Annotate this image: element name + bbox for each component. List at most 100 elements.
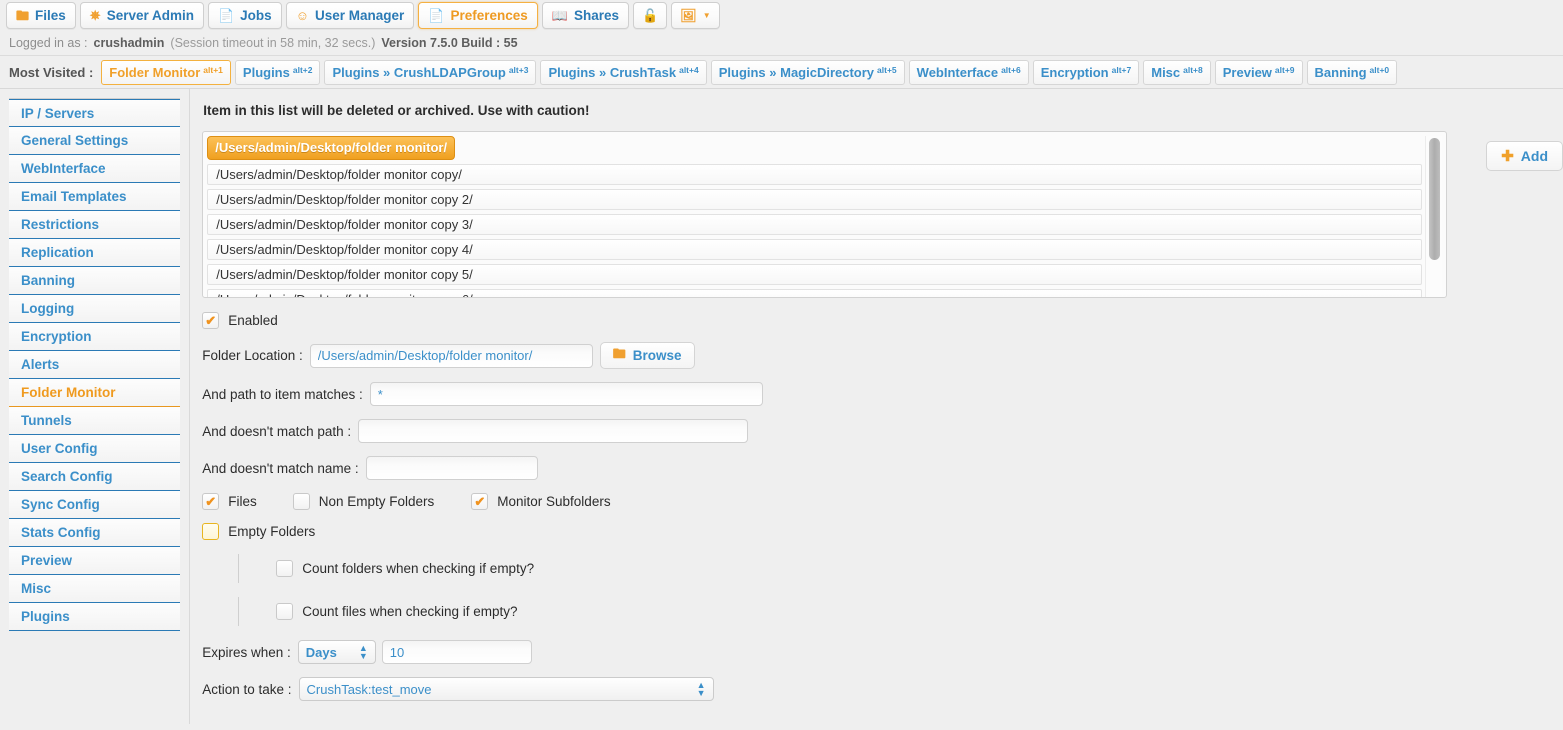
- tab-shortcut: alt+7: [1111, 64, 1132, 75]
- sidebar-item-alerts[interactable]: Alerts: [9, 351, 181, 379]
- folder-location-label: Folder Location :: [202, 348, 303, 363]
- sidebar-item-replication[interactable]: Replication: [9, 239, 181, 267]
- empty-folders-row: Empty Folders: [202, 523, 1563, 540]
- monitor-list-row: /Users/admin/Desktop/folder monitor/ /Us…: [202, 131, 1563, 298]
- folder-icon: 🖿: [612, 345, 626, 361]
- most-visited-tab-magicdirectory[interactable]: Plugins » MagicDirectory alt+5: [710, 59, 905, 85]
- sidebar-item-label: Sync Config: [21, 497, 100, 512]
- user-icon: ☺: [295, 8, 309, 23]
- enabled-checkbox[interactable]: ✔: [202, 312, 220, 329]
- count-files-row: Count files when checking if empty?: [202, 597, 1563, 626]
- tab-shortcut: alt+8: [1183, 64, 1203, 75]
- sidebar-item-general-settings[interactable]: General Settings: [9, 127, 181, 155]
- main-area: IP / Servers General Settings WebInterfa…: [0, 89, 1563, 724]
- list-item[interactable]: /Users/admin/Desktop/folder monitor copy…: [207, 214, 1423, 235]
- files-checkbox[interactable]: ✔: [202, 493, 220, 510]
- non-empty-folders-checkbox[interactable]: [292, 493, 310, 510]
- scrollbar-thumb[interactable]: [1429, 138, 1441, 260]
- tab-label: Folder Monitor: [109, 64, 201, 80]
- sidebar-item-plugins[interactable]: Plugins: [9, 603, 181, 631]
- stepper-arrows-icon: ▲ ▼: [696, 680, 706, 698]
- logged-in-label: Logged in as :: [9, 36, 88, 50]
- sidebar: IP / Servers General Settings WebInterfa…: [0, 89, 191, 724]
- toolbar-button-shares[interactable]: 📖 Shares: [541, 2, 629, 29]
- toolbar-button-lock[interactable]: 🔓: [632, 2, 668, 29]
- sidebar-item-tunnels[interactable]: Tunnels: [9, 407, 181, 435]
- book-icon: 📖: [551, 8, 568, 23]
- tab-label: Banning: [1314, 64, 1367, 80]
- list-item[interactable]: /Users/admin/Desktop/folder monitor copy…: [207, 264, 1423, 285]
- toolbar-button-label: User Manager: [314, 8, 405, 23]
- sidebar-item-restrictions[interactable]: Restrictions: [9, 211, 181, 239]
- add-button[interactable]: ✚ Add: [1486, 141, 1563, 171]
- most-visited-tab-webinterface[interactable]: WebInterface alt+6: [908, 59, 1029, 85]
- sidebar-item-folder-monitor[interactable]: Folder Monitor: [9, 379, 181, 407]
- folder-location-input[interactable]: [309, 343, 593, 368]
- sliders-icon: 📄: [428, 8, 445, 23]
- sidebar-item-label: Stats Config: [21, 525, 101, 540]
- empty-folders-checkbox[interactable]: [202, 523, 220, 540]
- toolbar-button-jobs[interactable]: 📄 Jobs: [207, 2, 282, 29]
- tab-label: Plugins » CrushLDAPGroup: [332, 64, 506, 80]
- list-item[interactable]: /Users/admin/Desktop/folder monitor/: [207, 136, 456, 160]
- list-item[interactable]: /Users/admin/Desktop/folder monitor copy…: [207, 189, 1423, 210]
- not-match-path-row: And doesn't match path :: [202, 419, 1563, 443]
- sidebar-item-label: Restrictions: [21, 217, 100, 232]
- tab-label: Plugins » CrushTask: [548, 64, 677, 80]
- type-checkboxes-row: ✔ Files Non Empty Folders ✔ Monitor Subf…: [202, 493, 1563, 510]
- sidebar-item-encryption[interactable]: Encryption: [9, 323, 181, 351]
- most-visited-tab-banning[interactable]: Banning alt+0: [1306, 59, 1398, 85]
- sidebar-item-label: Plugins: [21, 609, 70, 624]
- sidebar-item-webinterface[interactable]: WebInterface: [9, 155, 181, 183]
- tab-label: WebInterface: [916, 64, 999, 80]
- sidebar-item-user-config[interactable]: User Config: [9, 435, 181, 463]
- most-visited-tab-plugins[interactable]: Plugins alt+2: [234, 59, 321, 85]
- most-visited-tab-misc[interactable]: Misc alt+8: [1143, 59, 1211, 85]
- sidebar-item-logging[interactable]: Logging: [9, 295, 181, 323]
- sidebar-item-search-config[interactable]: Search Config: [9, 463, 181, 491]
- sidebar-item-email-templates[interactable]: Email Templates: [9, 183, 181, 211]
- expires-value-input[interactable]: [381, 640, 532, 664]
- sidebar-item-preview[interactable]: Preview: [9, 547, 181, 575]
- list-item[interactable]: /Users/admin/Desktop/folder monitor copy…: [207, 239, 1423, 260]
- sidebar-item-sync-config[interactable]: Sync Config: [9, 491, 181, 519]
- sidebar-item-ip-servers[interactable]: IP / Servers: [9, 99, 181, 127]
- count-files-label: Count files when checking if empty?: [302, 604, 518, 619]
- not-match-path-input[interactable]: [358, 419, 749, 443]
- tab-shortcut: alt+1: [203, 64, 223, 75]
- toolbar-button-label: Server Admin: [106, 8, 194, 23]
- list-item[interactable]: /Users/admin/Desktop/folder monitor copy…: [207, 289, 1423, 297]
- toolbar-button-theme[interactable]: 🖼 ▼: [671, 2, 720, 29]
- warning-message: Item in this list will be deleted or arc…: [203, 103, 590, 118]
- sidebar-item-banning[interactable]: Banning: [9, 267, 181, 295]
- toolbar-button-preferences[interactable]: 📄 Preferences: [418, 2, 538, 29]
- most-visited-tab-crushldapgroup[interactable]: Plugins » CrushLDAPGroup alt+3: [324, 59, 537, 85]
- most-visited-tab-encryption[interactable]: Encryption alt+7: [1032, 59, 1140, 85]
- most-visited-tab-crushtask[interactable]: Plugins » CrushTask alt+4: [540, 59, 707, 85]
- browse-button[interactable]: 🖿 Browse: [599, 342, 695, 369]
- expires-unit-select[interactable]: Days ▲ ▼: [297, 640, 376, 664]
- stepper-arrows-icon: ▲ ▼: [358, 643, 368, 661]
- path-match-label: And path to item matches :: [202, 386, 363, 402]
- most-visited-tab-folder-monitor[interactable]: Folder Monitor alt+1: [101, 59, 231, 85]
- toolbar-button-user-manager[interactable]: ☺ User Manager: [285, 2, 415, 29]
- list-item[interactable]: /Users/admin/Desktop/folder monitor copy…: [207, 164, 1423, 185]
- toolbar-button-server-admin[interactable]: ✵ Server Admin: [79, 2, 204, 29]
- action-select[interactable]: CrushTask:test_move ▲ ▼: [298, 677, 714, 701]
- sidebar-item-misc[interactable]: Misc: [9, 575, 181, 603]
- sidebar-item-stats-config[interactable]: Stats Config: [9, 519, 181, 547]
- action-row: Action to take : CrushTask:test_move ▲ ▼: [202, 677, 1563, 701]
- monitor-subfolders-checkbox[interactable]: ✔: [471, 493, 489, 510]
- count-files-checkbox[interactable]: [276, 603, 294, 620]
- expires-label: Expires when :: [202, 644, 291, 660]
- most-visited-tab-preview[interactable]: Preview alt+9: [1214, 59, 1303, 85]
- unlock-icon: 🔓: [641, 8, 659, 23]
- path-match-input[interactable]: [369, 382, 763, 406]
- toolbar-button-files[interactable]: 🖿 Files: [6, 2, 76, 29]
- monitor-list-scrollbar[interactable]: [1425, 136, 1443, 297]
- add-button-label: Add: [1520, 148, 1548, 164]
- count-folders-checkbox[interactable]: [276, 560, 294, 577]
- enabled-label: Enabled: [228, 313, 278, 328]
- browse-button-label: Browse: [632, 348, 682, 363]
- not-match-name-input[interactable]: [365, 456, 538, 480]
